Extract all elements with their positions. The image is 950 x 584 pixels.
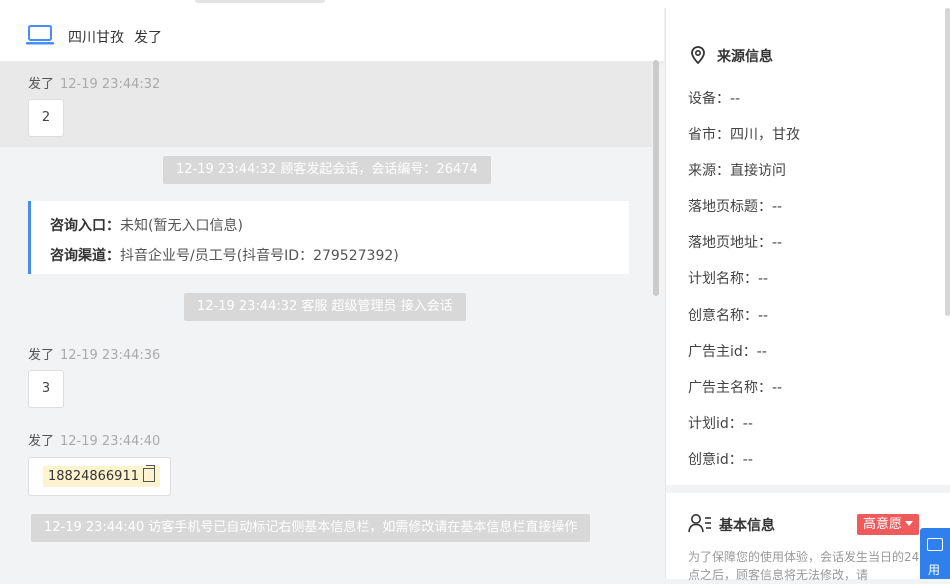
message-time: 12-19 23:44:40 <box>60 434 161 449</box>
message-time: 12-19 23:44:32 <box>60 77 161 92</box>
sender-name: 发了 <box>28 434 55 449</box>
chat-scrollbar[interactable] <box>653 60 659 296</box>
source-info-label: 来源信息 <box>717 49 773 65</box>
top-tab-edge <box>195 0 325 3</box>
message-bubble[interactable]: 3 <box>28 370 64 408</box>
phone-number-highlight[interactable]: 18824866911 <box>43 465 160 487</box>
system-message-session-start: 12-19 23:44:32 顾客发起会话，会话编号：26474 <box>163 156 491 184</box>
message-bubble[interactable]: 2 <box>28 99 64 137</box>
sender-name: 发了 <box>28 348 55 363</box>
intent-level-dropdown[interactable]: 高意愿 <box>857 514 920 535</box>
chat-header: 四川甘孜 发了 <box>0 8 664 62</box>
info-field-landing-title: 落地页标题：-- <box>688 199 783 215</box>
floating-chat-button[interactable]: 用 <box>920 528 950 579</box>
basic-info-label: 基本信息 <box>719 518 775 534</box>
consult-info-card: 咨询入口：未知(暂无入口信息) 咨询渠道：抖音企业号/员工号(抖音号ID：279… <box>28 201 629 274</box>
phone-message-bubble[interactable]: 18824866911 <box>28 457 171 496</box>
info-field-landing-url: 落地页地址：-- <box>688 235 783 251</box>
message-time: 12-19 23:44:36 <box>60 348 161 363</box>
consult-channel-value: 抖音企业号/员工号(抖音号ID：279527392) <box>120 248 399 264</box>
info-field-advertiser-id: 广告主id：-- <box>688 344 767 360</box>
intent-level-label: 高意愿 <box>863 517 903 532</box>
chat-pane: 四川甘孜 发了 发了 12-19 23:44:32 2 12-19 23:44:32… <box>0 8 664 579</box>
message-sender: 发了 12-19 23:44:40 <box>28 430 160 449</box>
section-divider <box>666 485 950 493</box>
basic-info-title: 基本信息 <box>688 515 775 535</box>
laptop-icon <box>26 25 54 45</box>
consult-entry-label: 咨询入口： <box>50 218 120 234</box>
consult-channel-row: 咨询渠道：抖音企业号/员工号(抖音号ID：279527392) <box>50 245 399 265</box>
info-field-device: 设备：-- <box>688 91 741 107</box>
system-message-agent-join: 12-19 23:44:32 客服 超级管理员 接入会话 <box>184 293 466 321</box>
info-field-source: 来源：直接访问 <box>688 163 786 179</box>
info-scrollbar[interactable] <box>945 8 950 316</box>
info-field-advertiser-name: 广告主名称：-- <box>688 380 783 396</box>
phone-number: 18824866911 <box>48 469 139 484</box>
info-field-plan-id: 计划id：-- <box>688 416 753 432</box>
message-sender: 发了 12-19 23:44:36 <box>28 344 160 363</box>
copy-icon[interactable] <box>142 465 155 482</box>
info-field-creative-name: 创意名称：-- <box>688 308 769 324</box>
info-field-plan-name: 计划名称：-- <box>688 271 769 287</box>
source-info-title: 来源信息 <box>688 46 773 66</box>
caret-down-icon <box>905 521 914 526</box>
info-field-creative-id: 创意id：-- <box>688 452 753 468</box>
consult-entry-value: 未知(暂无入口信息) <box>120 218 243 234</box>
consult-entry-row: 咨询入口：未知(暂无入口信息) <box>50 215 243 235</box>
chat-title: 四川甘孜 发了 <box>68 27 172 47</box>
message-sender: 发了 12-19 23:44:32 <box>28 73 160 92</box>
top-strip <box>0 0 950 8</box>
consult-channel-label: 咨询渠道： <box>50 248 120 264</box>
info-field-province-city: 省市：四川，甘孜 <box>688 127 800 143</box>
visitor-name: 发了 <box>134 30 162 46</box>
floating-button-label: 用 <box>928 563 941 577</box>
chat-bubble-icon <box>927 538 943 551</box>
info-panel: 来源信息 设备：-- 省市：四川，甘孜 来源：直接访问 落地页标题：-- 落地页… <box>665 8 950 582</box>
visitor-location: 四川甘孜 <box>68 30 124 46</box>
sender-name: 发了 <box>28 77 55 92</box>
system-message-phone-marked: 12-19 23:44:40 访客手机号已自动标记右侧基本信息栏，如需修改请在基… <box>31 514 591 542</box>
